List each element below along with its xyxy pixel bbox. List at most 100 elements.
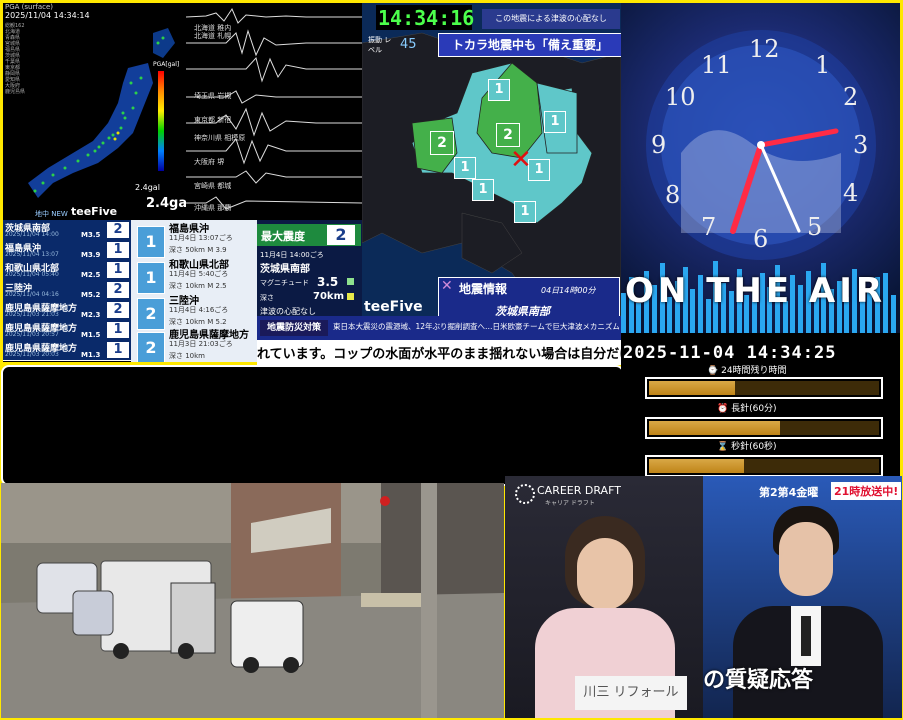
clock-number: 3 xyxy=(853,131,869,159)
max-intensity-label: 最大震度 xyxy=(261,230,305,243)
list-item[interactable]: 鹿児島県薩摩地方 2025/11/03 20:03 M1.3 1 xyxy=(3,340,131,361)
list-item[interactable]: 2 鹿児島県薩摩地方 11月3日 21:03ごろ 深さ 10km xyxy=(137,326,255,362)
pga-color-scale xyxy=(158,71,164,171)
list-item[interactable]: 1 和歌山県北部 11月4日 5:40ごろ 深さ 10km M 2.5 xyxy=(137,256,255,296)
clock-number: 8 xyxy=(665,181,681,209)
news-bar: 地震防災対策 東日本大震災の震源域、12年ぶり掘削調査へ…日米欧豪チームで巨大津… xyxy=(257,316,621,340)
hourglass-icon: ⌛ xyxy=(717,442,729,452)
station-label: 大阪府 堺 xyxy=(194,158,225,166)
clock-number: 2 xyxy=(843,83,859,111)
clock-number: 12 xyxy=(749,35,780,63)
info-time: 04日14時00分 xyxy=(541,286,596,295)
career-draft-logo-icon xyxy=(515,484,535,504)
max-intensity-time: 11月4日 14:00ごろ xyxy=(260,251,324,259)
pga-value: 2.4gal xyxy=(146,196,192,211)
waveform-panel: 北海道 稚内 北海道 札幌 埼玉県 岩槻 東京都 新宿 神奈川県 相模原 大阪府… xyxy=(186,3,362,220)
seismo-datetime: 2025/11/04 14:34:14 xyxy=(5,11,90,20)
intensity-badge: 1 xyxy=(137,262,165,294)
digital-datetime: 2025-11-04 14:34:25 xyxy=(623,343,837,363)
vibration-level-value: 45 xyxy=(400,37,417,52)
japan-dot-map xyxy=(28,28,175,198)
list-item[interactable]: 鹿児島県薩摩地方 2025/11/03 21:03 M2.3 2 xyxy=(3,300,131,321)
map-clock: 14:34:16 xyxy=(378,6,475,30)
tsunami-status: 津波の心配なし xyxy=(260,307,316,316)
host-tie xyxy=(801,616,811,656)
magnitude-swatch xyxy=(347,278,354,285)
career-draft-logo: CAREER DRAFT xyxy=(537,484,621,497)
minute-hand-label: ⏰ 長針(60分) xyxy=(717,404,777,414)
max-intensity-panel: 最大震度 2 11月4日 14:00ごろ 茨城県南部 マグニチュード 3.5 深… xyxy=(257,220,363,316)
intensity-marker: 1 xyxy=(488,79,510,101)
earthquake-info-box: ✕ 地震情報 04日14時00分 茨城県南部 xyxy=(438,277,620,316)
street-camera-feed xyxy=(1,483,504,718)
time-remaining-panel: 2025-11-04 14:34:25 ⌚ 24時間残り時間 ⏰ 長針(60分)… xyxy=(621,333,900,476)
studio-host-left: CAREER DRAFT キャリア ドラフト 川三 リフォール xyxy=(505,476,703,718)
scrolling-ticker: れています。コップの水面が水平のまま揺れない場合は自分だけ揺れて xyxy=(257,340,621,365)
news-headline: 東日本大震災の震源域、12年ぶり掘削調査へ…日米欧豪チームで巨大津波メカニズム解… xyxy=(333,322,619,331)
pga-left-value: 2.4gal xyxy=(135,183,160,192)
pga-header: PGA (surface) xyxy=(5,3,53,11)
list-item[interactable]: 鹿児島県薩摩地方 2025/11/03 20:57 M1.5 1 xyxy=(3,320,131,341)
name-card: 川三 リフォール xyxy=(575,676,687,710)
empty-message-box xyxy=(1,365,624,486)
clock-number: 11 xyxy=(701,51,732,79)
progress-bar-day xyxy=(645,377,883,399)
brand-logo: teeFive xyxy=(71,205,118,218)
intensity-badge: 1 xyxy=(107,322,129,338)
ticker-text: れています。コップの水面が水平のまま揺れない場合は自分だけ揺れて xyxy=(257,347,621,362)
max-intensity-place: 茨城県南部 xyxy=(260,264,310,275)
magnitude-label: マグニチュード xyxy=(260,279,309,287)
list-item[interactable]: 三陸沖 2025/11/04 04:16 M5.2 2 xyxy=(3,280,131,301)
schedule-banner: 第2第4金曜 xyxy=(759,486,819,499)
intensity-badge: 2 xyxy=(107,282,129,298)
station-label: 神奈川県 相模原 xyxy=(194,134,246,142)
max-intensity-header: 最大震度 2 xyxy=(257,224,361,246)
station-label: 沖縄県 那覇 xyxy=(194,204,232,212)
clock-number: 4 xyxy=(843,179,859,207)
intensity-map: 14:34:16 この地震による津波の心配なし 振動 レベル 45 トカラ地震中… xyxy=(362,3,621,316)
list-item[interactable]: 福島県沖 2025/11/04 13:07 M3.9 1 xyxy=(3,240,131,261)
host-face xyxy=(779,522,833,596)
caption-text: の質疑応答 xyxy=(703,668,814,693)
intensity-marker: 1 xyxy=(472,179,494,201)
headline-banner: トカラ地震中も「備え重要」 xyxy=(438,33,621,57)
progress-bar-second xyxy=(645,455,883,476)
list-item[interactable]: 和歌山県北部 2025/11/04 05:40 M2.5 1 xyxy=(3,260,131,281)
alarm-clock-icon: ⏰ xyxy=(717,404,729,414)
intensity-badge: 2 xyxy=(137,332,165,362)
depth-value: 70km xyxy=(313,291,344,302)
career-draft-logo-sub: キャリア ドラフト xyxy=(545,500,595,507)
info-x-icon: ✕ xyxy=(441,278,453,294)
intensity-marker: 2 xyxy=(496,123,520,147)
intensity-badge: 2 xyxy=(107,302,129,318)
clock-number: 9 xyxy=(651,131,667,159)
on-air-sign: ON THE AIR xyxy=(625,271,887,311)
info-epicenter: 茨城県南部 xyxy=(495,305,550,316)
info-label: 地震情報 xyxy=(459,282,508,296)
intensity-marker: 1 xyxy=(544,111,566,133)
remaining-day-label: ⌚ 24時間残り時間 xyxy=(707,366,787,376)
list-item[interactable]: 1 福島県沖 11月4日 13:07ごろ 深さ 50km M 3.9 xyxy=(137,220,255,260)
progress-bar-minute xyxy=(645,417,883,439)
intensity-marker: 1 xyxy=(514,201,536,223)
vibration-level-label: 振動 レベル xyxy=(368,36,392,54)
intensity-badge: 2 xyxy=(107,222,129,238)
station-label: 宮崎県 都城 xyxy=(194,182,232,190)
map-clock-box: 14:34:16 xyxy=(376,5,475,30)
intensity-badge: 1 xyxy=(137,226,165,258)
new-label: 地中 NEW xyxy=(35,210,68,218)
clock-number: 5 xyxy=(807,213,823,241)
clock-number: 1 xyxy=(815,51,831,79)
street-scene xyxy=(1,483,504,718)
earthquake-detail-list: 1 福島県沖 11月4日 13:07ごろ 深さ 50km M 3.9 1 和歌山… xyxy=(131,220,257,362)
second-hand-label: ⌛ 秒針(60秒) xyxy=(717,442,777,452)
list-item[interactable]: 茨城県南部 2025/11/04 14:00 M3.5 2 xyxy=(3,220,131,241)
news-tag: 地震防災対策 xyxy=(260,320,328,336)
map-brand-logo: teeFive xyxy=(364,299,423,315)
analog-clock-panel: 12 1 2 3 4 5 6 7 8 9 10 11 ON THE AIR xyxy=(621,3,900,333)
earthquake-history-list: 茨城県南部 2025/11/04 14:00 M3.5 2 福島県沖 2025/… xyxy=(3,220,131,362)
studio-host-right: 第2第4金曜 21時放送中! の質疑応答 xyxy=(703,476,902,718)
intensity-badge: 1 xyxy=(107,342,129,358)
intensity-badge: 1 xyxy=(107,242,129,258)
schedule-banner-accent: 21時放送中! xyxy=(831,482,902,500)
